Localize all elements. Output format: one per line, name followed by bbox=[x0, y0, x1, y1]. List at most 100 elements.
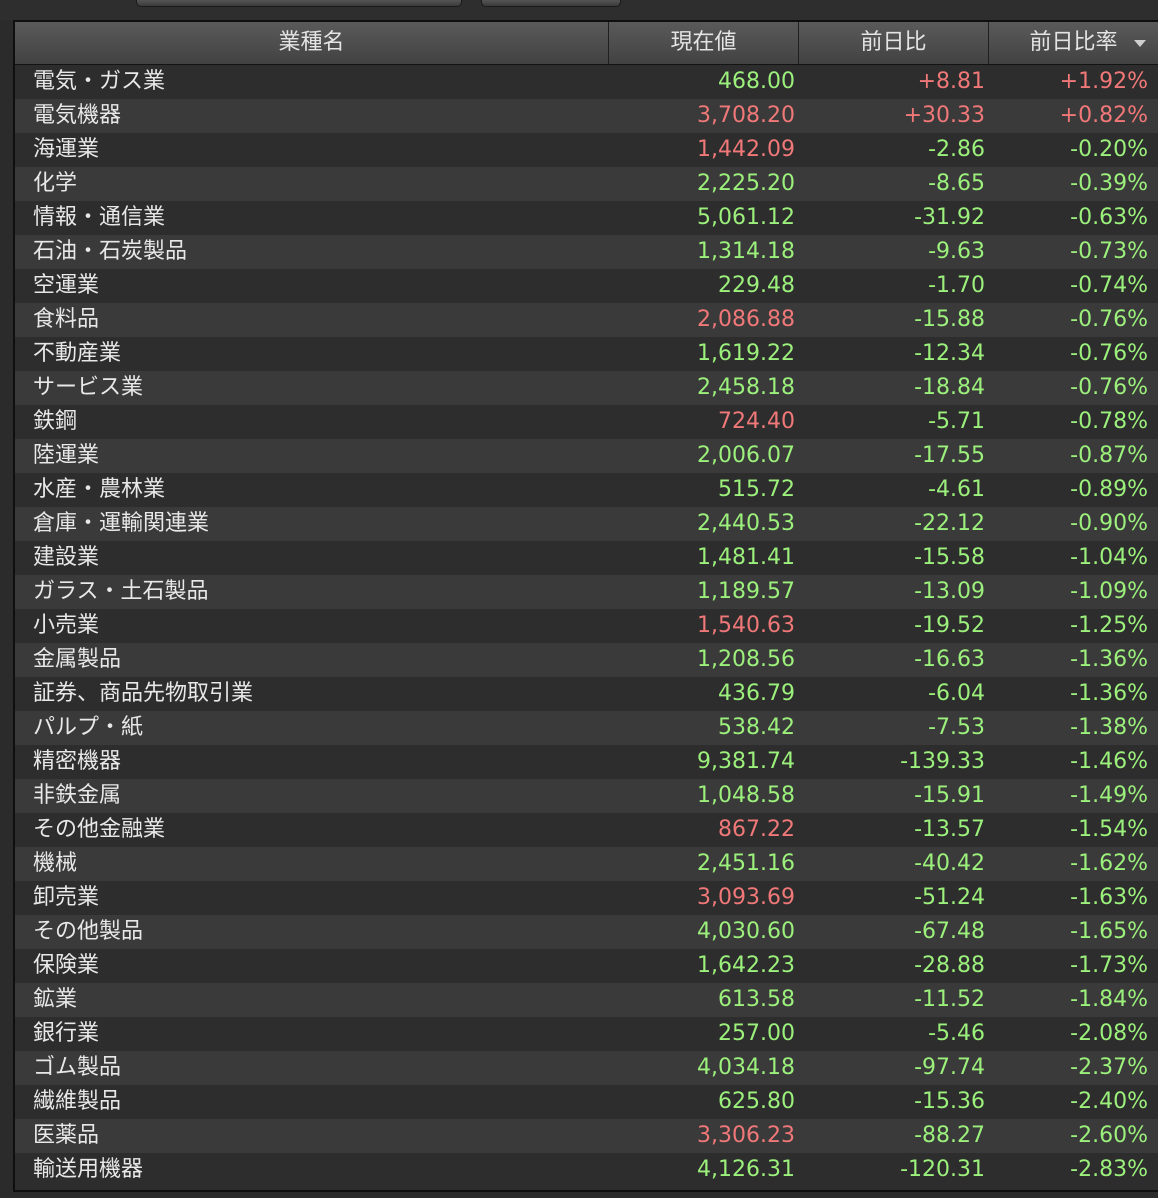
change-pct-value: -1.46% bbox=[1070, 749, 1148, 774]
sector-name: 空運業 bbox=[33, 273, 100, 298]
column-header-change[interactable]: 前日比 bbox=[799, 22, 989, 64]
table-row[interactable]: 建設業 1,481.41 -15.58 -1.04% bbox=[15, 541, 1158, 575]
table-row[interactable]: 鉱業 613.58 -11.52 -1.84% bbox=[15, 983, 1158, 1017]
table-row[interactable]: 電気・ガス業 468.00 +8.81 +1.92% bbox=[15, 65, 1158, 99]
chevron-down-icon[interactable] bbox=[1134, 40, 1146, 47]
change-pct-value: -0.90% bbox=[1070, 511, 1148, 536]
toolbar-button-left[interactable] bbox=[136, 0, 462, 7]
table-row[interactable]: 電気機器 3,708.20 +30.33 +0.82% bbox=[15, 99, 1158, 133]
table-row[interactable]: 医薬品 3,306.23 -88.27 -2.60% bbox=[15, 1119, 1158, 1153]
change-pct-value: -2.60% bbox=[1070, 1123, 1148, 1148]
table-row[interactable]: 不動産業 1,619.22 -12.34 -0.76% bbox=[15, 337, 1158, 371]
table-row[interactable]: 証券、商品先物取引業 436.79 -6.04 -1.36% bbox=[15, 677, 1158, 711]
change-pct-value: -1.49% bbox=[1070, 783, 1148, 808]
table-row[interactable]: 保険業 1,642.23 -28.88 -1.73% bbox=[15, 949, 1158, 983]
table-row[interactable]: 精密機器 9,381.74 -139.33 -1.46% bbox=[15, 745, 1158, 779]
table-row[interactable]: 繊維製品 625.80 -15.36 -2.40% bbox=[15, 1085, 1158, 1119]
table-row[interactable]: 鉄鋼 724.40 -5.71 -0.78% bbox=[15, 405, 1158, 439]
table-row[interactable]: 銀行業 257.00 -5.46 -2.08% bbox=[15, 1017, 1158, 1051]
change-value: -5.71 bbox=[928, 409, 985, 434]
change-value: -8.65 bbox=[928, 171, 985, 196]
change-pct-value: -1.73% bbox=[1070, 953, 1148, 978]
change-pct-value: +1.92% bbox=[1059, 69, 1148, 94]
column-header-sector-name[interactable]: 業種名 bbox=[15, 22, 609, 64]
table-row[interactable]: 陸運業 2,006.07 -17.55 -0.87% bbox=[15, 439, 1158, 473]
sector-name: 卸売業 bbox=[33, 885, 100, 910]
sector-name: 証券、商品先物取引業 bbox=[33, 681, 254, 706]
price-value: 1,481.41 bbox=[697, 545, 795, 570]
change-value: -88.27 bbox=[914, 1123, 985, 1148]
sector-name: 輸送用機器 bbox=[33, 1157, 144, 1182]
change-pct-value: -0.74% bbox=[1070, 273, 1148, 298]
column-header-change-pct[interactable]: 前日比率 bbox=[989, 22, 1158, 64]
sector-name: 電気・ガス業 bbox=[33, 69, 166, 94]
price-value: 2,006.07 bbox=[697, 443, 795, 468]
price-value: 5,061.12 bbox=[697, 205, 795, 230]
table-row[interactable]: 卸売業 3,093.69 -51.24 -1.63% bbox=[15, 881, 1158, 915]
change-pct-value: -1.54% bbox=[1070, 817, 1148, 842]
change-value: -28.88 bbox=[914, 953, 985, 978]
table-row[interactable]: 水産・農林業 515.72 -4.61 -0.89% bbox=[15, 473, 1158, 507]
sector-name: 水産・農林業 bbox=[33, 477, 166, 502]
table-row[interactable]: 金属製品 1,208.56 -16.63 -1.36% bbox=[15, 643, 1158, 677]
table-row[interactable]: 海運業 1,442.09 -2.86 -0.20% bbox=[15, 133, 1158, 167]
change-pct-value: -0.63% bbox=[1070, 205, 1148, 230]
sector-name: 小売業 bbox=[33, 613, 100, 638]
change-value: -139.33 bbox=[900, 749, 985, 774]
table-row[interactable]: 石油・石炭製品 1,314.18 -9.63 -0.73% bbox=[15, 235, 1158, 269]
table-row[interactable]: 非鉄金属 1,048.58 -15.91 -1.49% bbox=[15, 779, 1158, 813]
change-pct-value: -1.04% bbox=[1070, 545, 1148, 570]
sector-name: サービス業 bbox=[33, 375, 144, 400]
sector-name: 医薬品 bbox=[33, 1123, 100, 1148]
sector-name: 銀行業 bbox=[33, 1021, 100, 1046]
change-pct-value: -0.78% bbox=[1070, 409, 1148, 434]
price-value: 1,189.57 bbox=[697, 579, 795, 604]
table-row[interactable]: その他製品 4,030.60 -67.48 -1.65% bbox=[15, 915, 1158, 949]
table-row[interactable]: 空運業 229.48 -1.70 -0.74% bbox=[15, 269, 1158, 303]
change-value: -2.86 bbox=[928, 137, 985, 162]
change-pct-value: -0.76% bbox=[1070, 341, 1148, 366]
price-value: 1,314.18 bbox=[697, 239, 795, 264]
table-row[interactable]: 倉庫・運輸関連業 2,440.53 -22.12 -0.90% bbox=[15, 507, 1158, 541]
sector-name: 非鉄金属 bbox=[33, 783, 122, 808]
sector-name: 金属製品 bbox=[33, 647, 122, 672]
change-pct-value: -1.36% bbox=[1070, 681, 1148, 706]
table-row[interactable]: サービス業 2,458.18 -18.84 -0.76% bbox=[15, 371, 1158, 405]
toolbar-button-right[interactable] bbox=[481, 0, 621, 7]
sector-name: 建設業 bbox=[33, 545, 100, 570]
price-value: 867.22 bbox=[718, 817, 795, 842]
change-pct-value: +0.82% bbox=[1059, 103, 1148, 128]
sector-name: 保険業 bbox=[33, 953, 100, 978]
sector-name: パルプ・紙 bbox=[33, 715, 144, 740]
sector-name: 電気機器 bbox=[33, 103, 122, 128]
change-value: -7.53 bbox=[928, 715, 985, 740]
price-value: 4,034.18 bbox=[697, 1055, 795, 1080]
sector-name: その他製品 bbox=[33, 919, 144, 944]
table-row[interactable]: 情報・通信業 5,061.12 -31.92 -0.63% bbox=[15, 201, 1158, 235]
table-row[interactable]: パルプ・紙 538.42 -7.53 -1.38% bbox=[15, 711, 1158, 745]
change-value: -97.74 bbox=[914, 1055, 985, 1080]
change-value: -1.70 bbox=[928, 273, 985, 298]
change-value: -9.63 bbox=[928, 239, 985, 264]
change-pct-value: -1.62% bbox=[1070, 851, 1148, 876]
table-row[interactable]: 化学 2,225.20 -8.65 -0.39% bbox=[15, 167, 1158, 201]
change-pct-value: -2.83% bbox=[1070, 1157, 1148, 1182]
price-value: 724.40 bbox=[718, 409, 795, 434]
price-value: 3,093.69 bbox=[697, 885, 795, 910]
table-row[interactable]: ガラス・土石製品 1,189.57 -13.09 -1.09% bbox=[15, 575, 1158, 609]
table-row[interactable]: 輸送用機器 4,126.31 -120.31 -2.83% bbox=[15, 1153, 1158, 1187]
table-row[interactable]: その他金融業 867.22 -13.57 -1.54% bbox=[15, 813, 1158, 847]
sector-name: 情報・通信業 bbox=[33, 205, 166, 230]
table-row[interactable]: 機械 2,451.16 -40.42 -1.62% bbox=[15, 847, 1158, 881]
column-header-price[interactable]: 現在値 bbox=[609, 22, 799, 64]
sector-name: 鉄鋼 bbox=[33, 409, 78, 434]
table-row[interactable]: ゴム製品 4,034.18 -97.74 -2.37% bbox=[15, 1051, 1158, 1085]
table-row[interactable]: 食料品 2,086.88 -15.88 -0.76% bbox=[15, 303, 1158, 337]
change-value: -120.31 bbox=[900, 1157, 985, 1182]
change-value: -15.58 bbox=[914, 545, 985, 570]
sector-name: 不動産業 bbox=[33, 341, 122, 366]
change-value: +8.81 bbox=[917, 69, 985, 94]
price-value: 2,086.88 bbox=[697, 307, 795, 332]
table-row[interactable]: 小売業 1,540.63 -19.52 -1.25% bbox=[15, 609, 1158, 643]
change-value: -13.57 bbox=[914, 817, 985, 842]
